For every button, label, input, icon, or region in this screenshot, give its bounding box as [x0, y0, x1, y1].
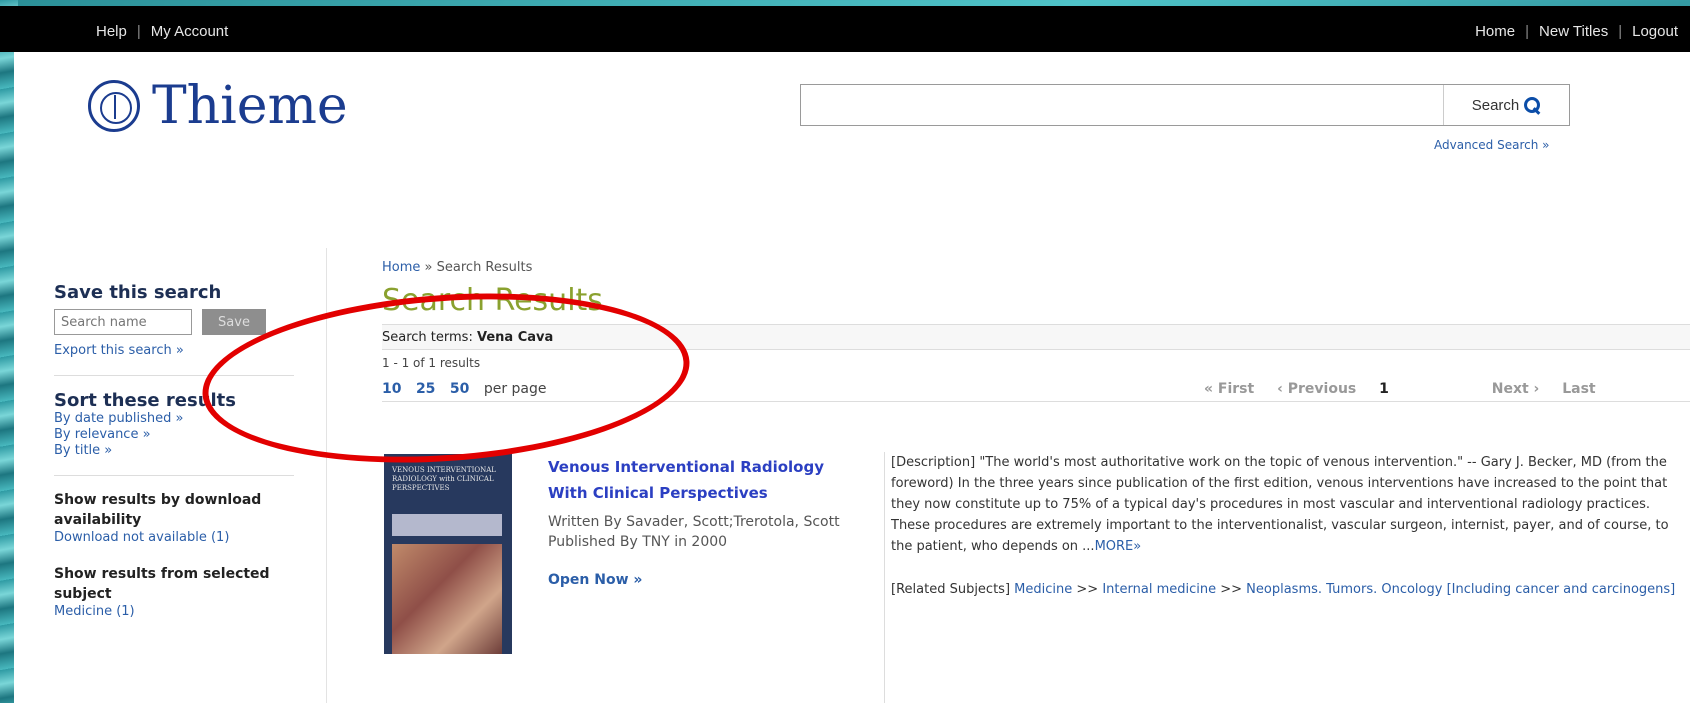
save-search-heading: Save this search — [54, 282, 222, 303]
pager-first[interactable]: « First — [1204, 381, 1254, 397]
top-nav-left: Help | My Account — [96, 21, 228, 40]
result-title-link[interactable]: Venous Interventional Radiology With Cli… — [548, 454, 868, 506]
pagination: « First ‹ Previous 1 Next › Last — [1204, 376, 1614, 402]
results-count: 1 - 1 of 1 results — [382, 356, 481, 370]
per-page-50[interactable]: 50 — [450, 381, 469, 397]
export-search-link[interactable]: Export this search » — [54, 343, 294, 359]
related-subject-medicine[interactable]: Medicine — [1014, 582, 1072, 597]
search-icon — [1524, 96, 1541, 114]
pager-next[interactable]: Next › — [1492, 381, 1540, 397]
search-terms-row: Search terms: Vena Cava — [382, 324, 1690, 350]
sidebar: Save this search Save Export this search… — [54, 282, 294, 620]
breadcrumb: Home » Search Results — [382, 260, 1690, 275]
thieme-logo[interactable]: Thieme — [88, 80, 348, 132]
new-titles-link[interactable]: New Titles — [1539, 23, 1608, 40]
result-publisher: Published By TNY in 2000 — [548, 534, 728, 550]
related-separator: >> — [1076, 582, 1099, 597]
book-cover-thumbnail[interactable]: VENOUS INTERVENTIONAL RADIOLOGY with CLI… — [384, 454, 512, 654]
related-subjects: [Related Subjects] Medicine >> Internal … — [891, 579, 1690, 600]
related-subject-internal-medicine[interactable]: Internal medicine — [1102, 582, 1216, 597]
result-description-panel: [Description] "The world's most authorit… — [884, 452, 1690, 703]
book-cover-title: VENOUS INTERVENTIONAL RADIOLOGY with CLI… — [392, 466, 496, 492]
search-button-label: Search — [1471, 96, 1520, 114]
search-terms-value: Vena Cava — [476, 330, 554, 345]
sidebar-divider — [326, 248, 327, 703]
top-nav-right: Home | New Titles | Logout — [1475, 21, 1678, 40]
download-not-available-filter[interactable]: Download not available (1) — [54, 530, 294, 546]
nav-separator: | — [136, 23, 141, 40]
related-separator: >> — [1220, 582, 1243, 597]
result-authors: Written By Savader, Scott;Trerotola, Sco… — [548, 514, 840, 530]
save-search-form: Save — [54, 309, 294, 335]
book-cover-band — [392, 514, 502, 536]
nav-separator: | — [1525, 23, 1530, 40]
breadcrumb-current: Search Results — [436, 260, 533, 275]
page-content: Thieme Search Advanced Search » Save thi… — [14, 52, 1690, 703]
pager-current-page: 1 — [1379, 381, 1389, 397]
pager-previous[interactable]: ‹ Previous — [1277, 381, 1356, 397]
search-name-input[interactable] — [54, 309, 192, 335]
thieme-tree-logo-icon — [88, 80, 140, 132]
sidebar-divider-line — [54, 475, 294, 476]
sidebar-divider-line — [54, 375, 294, 376]
breadcrumb-home-link[interactable]: Home — [382, 260, 420, 275]
main-content: Home » Search Results Search Results Sea… — [382, 260, 1690, 402]
sort-results-heading: Sort these results — [54, 390, 236, 411]
paging-row: 10 25 50 per page « First ‹ Previous 1 N… — [382, 376, 1690, 402]
logo-wordmark: Thieme — [152, 76, 348, 136]
per-page-label: per page — [483, 381, 547, 397]
search-terms-label: Search terms: — [382, 330, 473, 345]
description-more-link[interactable]: MORE» — [1095, 539, 1142, 554]
search-input[interactable] — [801, 85, 1441, 125]
result-meta: Written By Savader, Scott;Trerotola, Sco… — [548, 512, 840, 552]
related-subject-oncology[interactable]: Neoplasms. Tumors. Oncology [Including c… — [1246, 582, 1675, 597]
my-account-link[interactable]: My Account — [151, 23, 229, 40]
save-search-button[interactable]: Save — [202, 309, 266, 335]
related-subjects-label: [Related Subjects] — [891, 582, 1011, 597]
sort-by-relevance-link[interactable]: By relevance » — [54, 427, 294, 443]
breadcrumb-separator: » — [424, 260, 433, 275]
search-button[interactable]: Search — [1443, 85, 1569, 125]
book-cover-illustration — [392, 544, 502, 654]
open-now-link[interactable]: Open Now » — [548, 572, 642, 588]
sort-by-title-link[interactable]: By title » — [54, 443, 294, 459]
home-link[interactable]: Home — [1475, 23, 1515, 40]
per-page-25[interactable]: 25 — [416, 381, 435, 397]
subject-filter-heading: Show results from selected subject — [54, 566, 270, 602]
download-availability-heading: Show results by download availability — [54, 492, 262, 528]
result-description: [Description] "The world's most authorit… — [891, 455, 1669, 554]
advanced-search-link[interactable]: Advanced Search » — [1434, 138, 1549, 152]
search-bar: Search — [800, 84, 1570, 126]
top-nav-bar: Help | My Account Home | New Titles | Logout — [0, 6, 1690, 52]
help-link[interactable]: Help — [96, 23, 127, 40]
logout-link[interactable]: Logout — [1632, 23, 1678, 40]
nav-separator: | — [1618, 23, 1623, 40]
sort-by-date-link[interactable]: By date published » — [54, 411, 294, 427]
medicine-subject-filter[interactable]: Medicine (1) — [54, 604, 294, 620]
page-title: Search Results — [382, 283, 603, 318]
per-page-10[interactable]: 10 — [382, 381, 401, 397]
search-result-item: VENOUS INTERVENTIONAL RADIOLOGY with CLI… — [384, 452, 1690, 703]
pager-last[interactable]: Last — [1562, 381, 1595, 397]
